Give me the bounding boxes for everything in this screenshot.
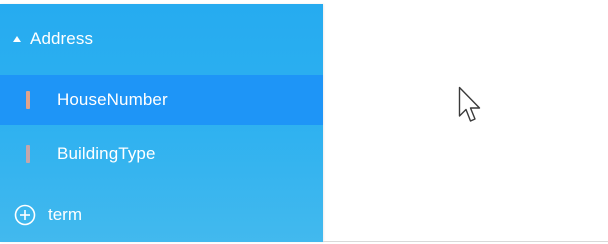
list-item-label: HouseNumber — [57, 90, 168, 109]
add-term-button[interactable]: term — [0, 200, 323, 230]
list-item-buildingtype[interactable]: BuildingType — [0, 129, 323, 179]
group-label: Address — [30, 29, 94, 48]
field-marker-icon — [26, 91, 30, 109]
schema-sidebar: Address HouseNumber BuildingType term — [0, 4, 323, 242]
add-term-label: term — [48, 205, 82, 224]
field-marker-icon — [26, 145, 30, 163]
caret-up-icon[interactable] — [13, 35, 21, 42]
screen: Address HouseNumber BuildingType term — [0, 0, 608, 244]
mouse-cursor-icon — [458, 86, 481, 122]
divider — [323, 241, 608, 242]
list-item-housenumber[interactable]: HouseNumber — [0, 75, 323, 125]
list-item-label: BuildingType — [57, 144, 156, 163]
plus-circle-icon[interactable] — [14, 204, 36, 226]
group-header-address[interactable]: Address — [0, 24, 323, 54]
